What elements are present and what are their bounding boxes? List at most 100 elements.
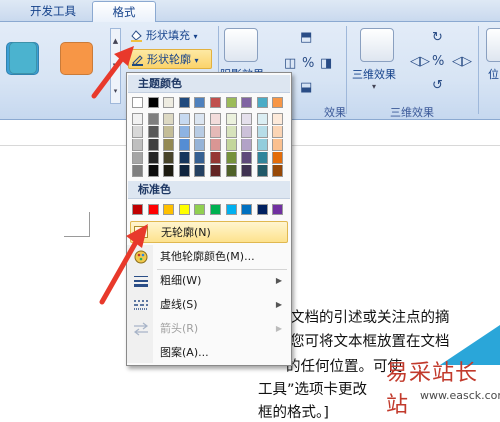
theme-color-cell[interactable] <box>132 97 143 108</box>
no-outline-item[interactable]: 无轮廓(N) <box>130 221 288 243</box>
scroll-down-icon[interactable]: ▼ <box>111 54 120 79</box>
theme-color-shade-cell[interactable] <box>225 165 237 177</box>
theme-color-shade-cell[interactable] <box>225 113 237 125</box>
theme-color-shade-cell[interactable] <box>256 139 268 151</box>
nudge-shadow-down-icon[interactable]: ⬓ <box>300 80 312 95</box>
standard-color-cell[interactable] <box>272 204 284 215</box>
pattern-item[interactable]: 图案(A)... <box>130 342 288 364</box>
theme-color-shade-cell[interactable] <box>194 165 206 177</box>
theme-color-shade-cell[interactable] <box>256 152 268 164</box>
theme-color-shade-cell[interactable] <box>163 139 175 151</box>
doc-text-line[interactable]: 文档的引述或关注点的摘 <box>290 306 450 327</box>
dashes-item[interactable]: 虚线(S) ▶ <box>130 294 288 316</box>
theme-color-shade-cell[interactable] <box>241 126 253 138</box>
theme-color-shade-cell[interactable] <box>132 165 143 177</box>
theme-color-cell[interactable] <box>163 97 175 108</box>
theme-color-shade-cell[interactable] <box>272 152 284 164</box>
theme-color-shade-cell[interactable] <box>256 165 268 177</box>
theme-color-cell[interactable] <box>272 97 284 108</box>
theme-color-shade-cell[interactable] <box>147 113 159 125</box>
theme-color-shade-cell[interactable] <box>163 152 175 164</box>
theme-color-shade-cell[interactable] <box>194 152 206 164</box>
theme-color-shade-cell[interactable] <box>272 126 284 138</box>
3d-effects-icon[interactable] <box>360 28 394 62</box>
shadow-effects-icon[interactable] <box>224 28 258 62</box>
theme-color-shade-cell[interactable] <box>147 165 159 177</box>
gallery-more-icon[interactable]: ▾ <box>111 79 120 104</box>
standard-color-cell[interactable] <box>178 204 190 215</box>
nudge-shadow-up-icon[interactable]: ⬒ <box>300 30 312 45</box>
standard-color-cell[interactable] <box>194 204 206 215</box>
tab-format[interactable]: 格式 <box>92 1 156 22</box>
shape-style-swatch-orange[interactable] <box>60 42 93 75</box>
theme-color-cell[interactable] <box>225 97 237 108</box>
tilt-right-icon[interactable]: ◁▷ <box>452 54 472 69</box>
more-outline-colors-item[interactable]: 其他轮廓颜色(M)... <box>130 246 288 268</box>
doc-text-line[interactable]: 工具”选项卡更改 <box>258 378 367 399</box>
standard-color-cell[interactable] <box>241 204 253 215</box>
doc-text-line[interactable]: 框的格式。] <box>258 401 329 422</box>
theme-color-shade-cell[interactable] <box>163 165 175 177</box>
theme-color-shade-cell[interactable] <box>147 126 159 138</box>
theme-color-shade-cell[interactable] <box>210 126 221 138</box>
3d-effects-button[interactable]: 三维效果 <box>352 66 396 82</box>
3d-toggle-icon[interactable]: % <box>432 54 444 69</box>
theme-color-shade-cell[interactable] <box>272 139 284 151</box>
tab-developer[interactable]: 开发工具 <box>22 1 84 22</box>
nudge-shadow-left-icon[interactable]: ◫ <box>284 56 296 71</box>
theme-color-cell[interactable] <box>210 97 221 108</box>
theme-color-shade-cell[interactable] <box>210 139 221 151</box>
theme-color-shade-cell[interactable] <box>163 113 175 125</box>
nudge-shadow-right-icon[interactable]: ◨ <box>320 56 332 71</box>
theme-color-shade-cell[interactable] <box>178 165 190 177</box>
theme-color-shade-cell[interactable] <box>132 139 143 151</box>
weight-item[interactable]: 粗细(W) ▶ <box>130 270 288 292</box>
theme-color-shade-cell[interactable] <box>241 165 253 177</box>
theme-color-shade-cell[interactable] <box>241 152 253 164</box>
tilt-down-icon[interactable]: ↺ <box>432 78 443 93</box>
theme-color-shade-cell[interactable] <box>210 165 221 177</box>
theme-color-shade-cell[interactable] <box>178 126 190 138</box>
theme-color-shade-cell[interactable] <box>272 165 284 177</box>
theme-color-cell[interactable] <box>147 97 159 108</box>
position-button[interactable]: 位 <box>488 66 499 82</box>
theme-color-shade-cell[interactable] <box>210 113 221 125</box>
theme-color-cell[interactable] <box>241 97 253 108</box>
theme-color-shade-cell[interactable] <box>178 152 190 164</box>
theme-color-shade-cell[interactable] <box>178 139 190 151</box>
tilt-left-icon[interactable]: ◁▷ <box>410 54 430 69</box>
position-icon[interactable] <box>486 28 500 62</box>
shape-fill-button[interactable]: 形状填充 ▾ <box>128 26 214 46</box>
theme-color-shade-cell[interactable] <box>194 126 206 138</box>
theme-color-cell[interactable] <box>178 97 190 108</box>
scroll-up-icon[interactable]: ▲ <box>111 29 120 54</box>
shape-style-swatch-teal[interactable] <box>9 42 37 74</box>
theme-color-shade-cell[interactable] <box>210 152 221 164</box>
theme-color-shade-cell[interactable] <box>225 139 237 151</box>
gallery-scrollbar[interactable]: ▲ ▼ ▾ <box>110 28 121 104</box>
standard-color-cell[interactable] <box>256 204 268 215</box>
theme-color-shade-cell[interactable] <box>225 126 237 138</box>
theme-color-shade-cell[interactable] <box>241 139 253 151</box>
standard-color-cell[interactable] <box>225 204 237 215</box>
theme-color-shade-cell[interactable] <box>241 113 253 125</box>
theme-color-shade-cell[interactable] <box>272 113 284 125</box>
doc-text-line[interactable]: 的任何位置。可使 <box>286 355 402 376</box>
theme-color-shade-cell[interactable] <box>147 139 159 151</box>
standard-color-cell[interactable] <box>210 204 221 215</box>
theme-color-shade-cell[interactable] <box>225 152 237 164</box>
arrows-item[interactable]: 箭头(R) ▶ <box>130 318 288 340</box>
theme-color-shade-cell[interactable] <box>163 126 175 138</box>
theme-color-shade-cell[interactable] <box>132 126 143 138</box>
doc-text-line[interactable]: 您可将文本框放置在文档 <box>290 330 450 351</box>
standard-color-cell[interactable] <box>163 204 175 215</box>
theme-color-cell[interactable] <box>256 97 268 108</box>
theme-color-shade-cell[interactable] <box>178 113 190 125</box>
theme-color-shade-cell[interactable] <box>147 152 159 164</box>
theme-color-shade-cell[interactable] <box>194 113 206 125</box>
theme-color-shade-cell[interactable] <box>256 113 268 125</box>
theme-color-shade-cell[interactable] <box>132 113 143 125</box>
theme-color-cell[interactable] <box>194 97 206 108</box>
shape-outline-button[interactable]: 形状轮廓 ▾ <box>128 49 212 69</box>
tilt-up-icon[interactable]: ↻ <box>432 30 443 45</box>
